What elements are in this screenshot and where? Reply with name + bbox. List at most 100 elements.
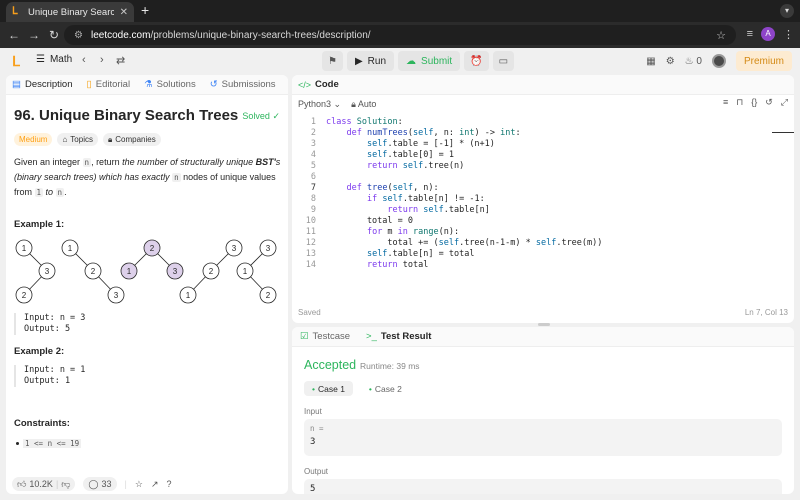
lock-icon: 🔒︎ xyxy=(107,134,113,144)
tab-solutions[interactable]: ⚗ Solutions xyxy=(144,79,196,90)
example-1-io: Input: n = 3 Output: 5 xyxy=(14,313,282,335)
fire-icon: ♨ xyxy=(684,55,694,67)
result-status: Accepted xyxy=(304,358,357,372)
save-status: Saved xyxy=(298,308,321,317)
settings-gear-icon[interactable]: ⚙ xyxy=(666,56,675,67)
cloud-upload-icon: ☁ xyxy=(406,55,417,67)
terminal-icon: >_ xyxy=(366,331,377,342)
svg-text:1: 1 xyxy=(243,267,248,276)
user-avatar[interactable] xyxy=(711,54,726,68)
code-panel-header: </> Code xyxy=(292,75,794,95)
premium-button[interactable]: Premium xyxy=(735,51,792,71)
lock-icon: 🔒︎ xyxy=(351,98,356,109)
site-info-icon[interactable]: ⚙ xyxy=(74,30,83,41)
bookmark-icon[interactable]: ⊓ xyxy=(736,97,743,108)
line-number: 13 xyxy=(305,249,316,259)
new-tab-icon[interactable]: + xyxy=(141,3,149,17)
close-tab-icon[interactable]: ✕ xyxy=(120,7,128,18)
tree-node: 1 xyxy=(120,262,138,280)
notes-button[interactable]: ▭ xyxy=(492,51,515,71)
bug-icon: ⚑ xyxy=(328,55,337,67)
next-problem-icon[interactable]: › xyxy=(100,54,104,66)
cursor-position: Ln 7, Col 13 xyxy=(744,308,788,317)
svg-text:3: 3 xyxy=(232,244,237,253)
language-select[interactable]: Python3 ⌄ xyxy=(298,99,341,110)
topics-chip[interactable]: ⌂ Topics xyxy=(57,133,98,146)
tab-search-icon[interactable]: ▾ xyxy=(780,4,794,18)
line-number: 5 xyxy=(310,161,316,171)
input-box: n = 3 xyxy=(304,419,782,456)
flask-icon: ⚗ xyxy=(144,79,153,90)
thumbs-down-icon[interactable]: 👎︎ xyxy=(61,479,70,490)
case-1-tab[interactable]: • Case 1 xyxy=(304,381,353,396)
input-label: Input xyxy=(304,407,322,416)
random-problem-icon[interactable]: ⇄ xyxy=(116,54,125,67)
braces-icon[interactable]: {} xyxy=(751,97,757,108)
case-2-tab[interactable]: • Case 2 xyxy=(361,381,410,396)
back-icon[interactable]: ← xyxy=(4,28,24,42)
tree-node: 2 xyxy=(143,239,161,257)
submit-button[interactable]: ☁ Submit xyxy=(398,51,461,71)
tab-submissions[interactable]: ↺ Submissions xyxy=(210,79,276,90)
share-icon[interactable]: ↗ xyxy=(151,479,159,490)
companies-chip[interactable]: 🔒︎ Companies xyxy=(102,133,161,146)
difficulty-badge: Medium xyxy=(14,133,53,146)
run-label: Run xyxy=(367,55,387,67)
editor-status-bar: Saved Ln 7, Col 13 xyxy=(298,308,788,317)
auto-mode[interactable]: 🔒︎ Auto xyxy=(351,99,376,110)
svg-text:3: 3 xyxy=(45,267,50,276)
tree-node: 1 xyxy=(236,262,254,280)
tab-description[interactable]: ▤ Description xyxy=(12,79,73,90)
leetcode-logo-icon[interactable]: ᒪ xyxy=(12,53,24,69)
svg-text:2: 2 xyxy=(150,244,155,253)
comments-button[interactable]: ◯ 33 xyxy=(83,477,117,491)
like-button[interactable]: 👍︎ 10.2K | 👎︎ xyxy=(12,477,76,491)
code-editor[interactable]: 1 2 3 4 5 6 7 8 9 10 11 12 13 14 class Solution: def … xyxy=(292,117,794,277)
reload-icon[interactable]: ↻ xyxy=(44,28,64,42)
play-icon: ▶ xyxy=(354,55,363,67)
timer-button[interactable]: ⏰ xyxy=(464,51,489,71)
bst-examples-figure: 1 3 2 1 2 3 2 1 3 3 2 1 3 1 2 xyxy=(15,239,277,304)
help-icon[interactable]: ? xyxy=(166,479,171,489)
tab-test-result[interactable]: >_ Test Result xyxy=(366,331,431,342)
description-panel: ▤ Description ▯ Editorial ⚗ Solutions ↺ Subm… xyxy=(6,75,288,494)
fullscreen-icon[interactable]: ⤢ xyxy=(781,97,788,108)
streak-counter[interactable]: ♨ 0 xyxy=(685,56,702,67)
browser-tab[interactable]: ᒪ Unique Binary Search Trees ✕ xyxy=(6,2,134,22)
prev-problem-icon[interactable]: ‹ xyxy=(82,54,86,66)
media-controls-icon[interactable]: ≡ xyxy=(747,28,753,40)
reset-icon[interactable]: ↺ xyxy=(765,97,773,108)
runtime-text: Runtime: 39 ms xyxy=(360,361,420,371)
list-icon: ☰ xyxy=(36,54,45,65)
panel-resize-handle[interactable] xyxy=(538,323,550,326)
profile-avatar[interactable]: A xyxy=(761,27,775,41)
debugger-button[interactable]: ⚑ xyxy=(322,51,343,71)
favorite-star-icon[interactable]: ☆ xyxy=(135,479,143,490)
browser-menu-icon[interactable]: ⋮ xyxy=(783,28,794,41)
forward-icon[interactable]: → xyxy=(24,28,44,42)
tab-testcase[interactable]: ☑ Testcase xyxy=(300,331,350,342)
line-number: 7 xyxy=(310,183,316,193)
tree-node: 2 xyxy=(15,286,33,304)
tab-editorial[interactable]: ▯ Editorial xyxy=(87,79,131,90)
line-number: 6 xyxy=(310,172,316,182)
layout-grid-icon[interactable]: ▦ xyxy=(646,56,655,67)
svg-text:2: 2 xyxy=(209,267,214,276)
checkbox-icon: ☑ xyxy=(300,331,309,342)
line-number: 11 xyxy=(305,227,316,237)
line-number: 8 xyxy=(310,194,316,204)
line-number: 9 xyxy=(310,205,316,215)
result-panel: ☑ Testcase >_ Test Result Accepted Runtime… xyxy=(292,327,794,494)
format-icon[interactable]: ≡ xyxy=(723,97,728,108)
line-number: 14 xyxy=(305,260,316,270)
output-label: Output xyxy=(304,467,329,476)
bookmark-star-icon[interactable]: ☆ xyxy=(716,29,726,42)
url-omnibox[interactable]: ⚙ leetcode.com/problems/unique-binary-se… xyxy=(64,25,736,45)
tree-node: 1 xyxy=(15,239,33,257)
svg-text:2: 2 xyxy=(22,291,27,300)
tree-node: 3 xyxy=(38,262,56,280)
run-button[interactable]: ▶ Run xyxy=(346,51,395,71)
example-2-heading: Example 2: xyxy=(14,346,65,357)
problem-list-button[interactable]: ☰ Math xyxy=(36,54,72,65)
problem-title[interactable]: 96. Unique Binary Search Trees xyxy=(14,107,238,124)
